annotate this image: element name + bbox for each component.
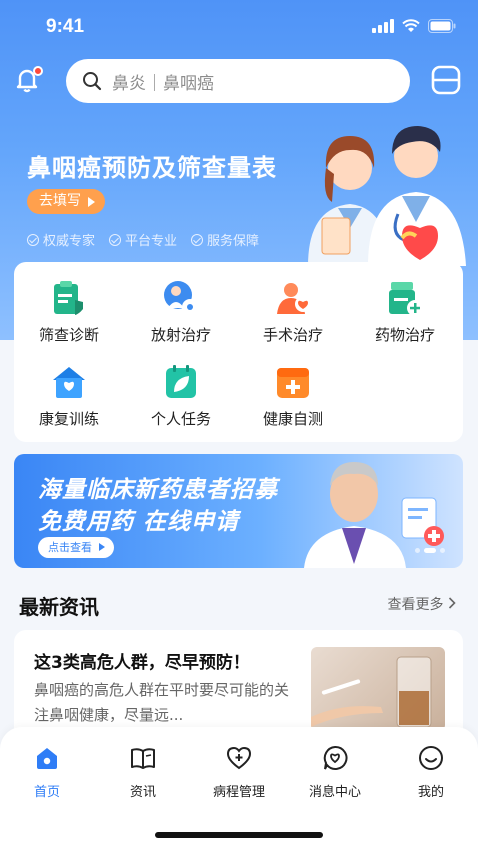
recruit-title: 海量临床新药患者招募 [38,477,278,503]
leaf-calendar-icon [161,362,201,402]
search-input[interactable]: 鼻炎｜鼻咽癌 [66,59,410,103]
tab-profile[interactable]: 我的 [386,745,476,800]
tab-label: 资讯 [129,785,156,800]
service-label: 手术治疗 [262,326,323,344]
recruit-view-button[interactable]: 点击查看 [38,537,114,558]
recruit-banner[interactable]: 海量临床新药患者招募 免费用药 在线申请 点击查看 [14,454,463,568]
tab-news[interactable]: 资讯 [98,745,188,800]
tab-disease-management[interactable]: 病程管理 [194,745,284,800]
news-item-desc: 鼻咽癌的高危人群在平时要尽可能的关注鼻咽健康，尽量远... [34,681,290,724]
recruit-view-label: 点击查看 [48,541,92,554]
wifi-icon [402,19,420,32]
surgery-heart-icon [273,278,313,318]
service-label: 放射治疗 [150,326,211,344]
arrow-right-icon [99,543,105,551]
house-heart-icon [49,362,89,402]
arrow-right-icon [88,197,95,207]
services-grid: 筛查诊断 放射治疗 手术治疗 药物治疗 康复训练 个人任务 健康自测 [14,262,463,442]
home-indicator [155,832,323,838]
tab-label: 首页 [33,785,60,800]
service-label: 药物治疗 [374,326,435,344]
home-icon [37,748,57,769]
service-tasks[interactable]: 个人任务 [126,362,236,429]
service-surgery[interactable]: 手术治疗 [238,278,348,345]
service-label: 健康自测 [262,410,323,428]
feature-item: 服务保障 [191,230,259,249]
clipboard-shield-icon [49,278,89,318]
medical-kit-icon [273,362,313,402]
news-more-label: 查看更多 [387,597,444,613]
scan-icon [431,65,461,95]
check-circle-icon [191,233,204,246]
fill-form-button[interactable]: 去填写 [27,189,105,214]
service-label: 筛查诊断 [38,326,99,344]
message-heart-icon [323,745,348,770]
doctors-illustration [308,126,466,266]
notification-bell-button[interactable] [12,64,44,96]
news-item[interactable]: 这3类高危人群，尽早预防！ 鼻咽癌的高危人群在平时要尽可能的关注鼻咽健康，尽量远… [14,630,463,740]
service-rehab[interactable]: 康复训练 [14,362,124,429]
service-label: 康复训练 [38,410,99,428]
news-thumbnail [311,647,445,731]
status-icons [372,19,456,33]
news-item-title: 这3类高危人群，尽早预防！ [34,653,250,673]
feature-item: 权威专家 [27,230,95,249]
service-screening[interactable]: 筛查诊断 [14,278,124,345]
service-medication[interactable]: 药物治疗 [350,278,460,345]
news-more-link[interactable]: 查看更多 [388,594,456,614]
feature-label: 权威专家 [43,234,96,249]
notification-dot [33,66,43,76]
banner-features: 权威专家 平台专业 服务保障 [27,230,259,249]
carousel-dots [415,548,445,553]
medicine-box-icon [385,278,425,318]
service-self-test[interactable]: 健康自测 [238,362,348,429]
carousel-dot-active [424,548,436,553]
fill-form-label: 去填写 [39,193,81,209]
feature-label: 平台专业 [125,234,178,249]
scan-button[interactable] [430,64,464,98]
check-circle-icon [27,233,39,246]
tab-messages[interactable]: 消息中心 [290,745,380,800]
status-time: 9:41 [46,16,85,37]
carousel-dot [440,548,445,553]
tab-label: 病程管理 [212,785,265,800]
search-placeholder: 鼻炎｜鼻咽癌 [112,73,214,94]
banner-title: 鼻咽癌预防及筛查量表 [27,154,277,182]
tab-home[interactable]: 首页 [2,745,92,800]
smiley-icon [419,746,443,770]
radiation-person-icon [161,278,201,318]
feature-item: 平台专业 [109,230,177,249]
feature-label: 服务保障 [207,234,260,249]
search-icon [83,72,102,91]
status-bar: 9:41 [0,0,478,52]
carousel-dot [415,548,420,553]
heart-plus-icon [226,746,252,770]
book-icon [131,748,155,769]
service-radiation[interactable]: 放射治疗 [126,278,236,345]
news-section-title: 最新资讯 [19,595,99,619]
signal-icon [372,19,394,33]
tab-label: 消息中心 [308,785,361,800]
recruit-subtitle: 免费用药 在线申请 [38,509,240,535]
chevron-right-icon [448,597,456,609]
battery-icon [428,19,456,33]
tab-label: 我的 [417,785,444,800]
check-circle-icon [109,233,122,246]
service-label: 个人任务 [150,410,211,428]
